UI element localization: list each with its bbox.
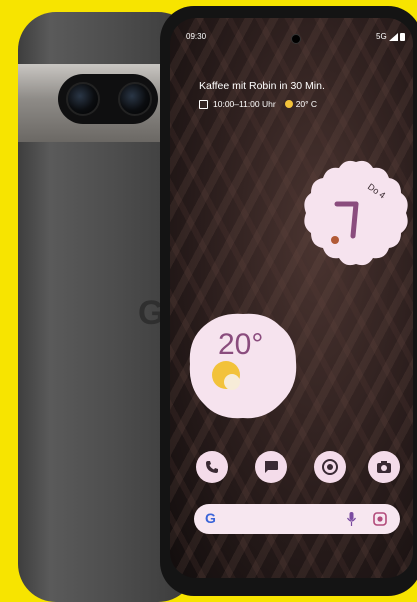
weather-temperature: 20°: [218, 328, 263, 361]
lens-icon[interactable]: [373, 512, 387, 526]
messages-icon: [265, 461, 278, 473]
camera-lens-icon: [66, 82, 100, 116]
weather-shape: 20°: [189, 313, 297, 419]
battery-icon: [399, 33, 405, 41]
glance-event[interactable]: Kaffee mit Robin in 30 Min.: [199, 80, 325, 92]
glance-temperature: 20° C: [295, 99, 318, 109]
glance-details[interactable]: 10:00–11:00 Uhr 20° C: [199, 99, 317, 109]
mic-icon[interactable]: [347, 512, 356, 526]
weather-widget[interactable]: 20°: [188, 312, 298, 420]
clock-widget[interactable]: Do 4: [301, 158, 411, 268]
chrome-app-icon[interactable]: [314, 451, 346, 483]
network-label: 5G: [376, 32, 387, 41]
camera-lens-icon: [118, 82, 152, 116]
camera-app-icon[interactable]: [368, 451, 400, 483]
phone-icon: [206, 461, 218, 473]
camera-module: [58, 74, 158, 124]
google-g-icon: G: [205, 510, 216, 526]
home-screen: 09:30 5G Kaffee mit Robin in 30 Min. 10:…: [170, 18, 413, 578]
status-icons: 5G: [376, 32, 405, 41]
signal-icon: [388, 32, 398, 41]
chrome-icon: [322, 459, 338, 475]
calendar-icon: [199, 99, 208, 109]
clock-shape: Do 4: [304, 160, 408, 266]
camera-icon: [377, 461, 391, 473]
messages-app-icon[interactable]: [255, 451, 287, 483]
front-camera-icon: [291, 34, 301, 44]
weather-sun-icon: [284, 100, 293, 108]
glance-time-range: 10:00–11:00 Uhr: [213, 99, 276, 109]
search-bar[interactable]: G: [194, 504, 400, 534]
phone-app-icon[interactable]: [196, 451, 228, 483]
status-time: 09:30: [186, 32, 207, 41]
